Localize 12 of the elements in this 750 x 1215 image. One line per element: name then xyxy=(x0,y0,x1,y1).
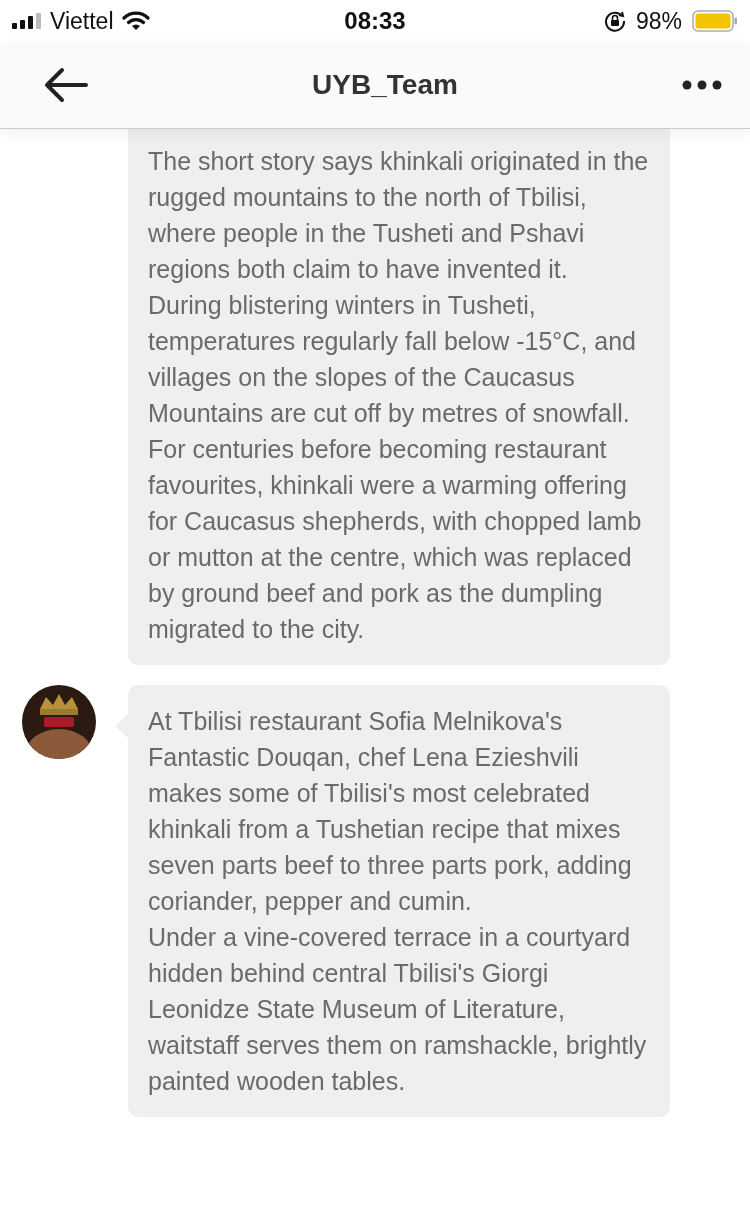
message-text: The short story says khinkali originated in the rugged mountains to the north of Tbilisi, where people in the Tusheti and Pshavi regions both claim to have invented it. xyxy=(148,146,650,285)
chat-title: UYB_Team xyxy=(312,69,458,101)
battery-icon xyxy=(692,10,738,32)
message-text: During blistering winters in Tusheti, temperatures regularly fall below -15°C, and villages on the slopes of the Caucasus Mountains are cut off by metres of snowfall. For centuries before becoming restaurant favourites, khinkali were a warming offering for Caucasus shepherds, with chopped lamb or mutton at the centre, which was replaced by ground beef and pork as the dumpling migrated to the city. xyxy=(148,290,643,645)
clock-time: 08:33 xyxy=(344,7,406,35)
battery-percent: 98% xyxy=(635,7,682,35)
message-text: Under a vine-covered terrace in a courtyard hidden behind central Tbilisi's Giorgi Leonidze State Museum of Literature, waitstaff serves them on ramshackle, brightly painted wooden tables. xyxy=(148,922,648,1097)
carrier-name: Viettel xyxy=(50,7,114,35)
message-text: At Tbilisi restaurant Sofia Melnikova's Fantastic Douqan, chef Lena Ezieshvili makes some of Tbilisi's most celebrated khinkali from a Tushetian recipe that mixes seven parts beef to three parts pork, adding coriander, pepper and cumin. xyxy=(148,706,633,917)
signal-icon xyxy=(12,13,42,29)
wifi-icon xyxy=(121,11,150,31)
rotation-lock-icon xyxy=(603,10,626,32)
